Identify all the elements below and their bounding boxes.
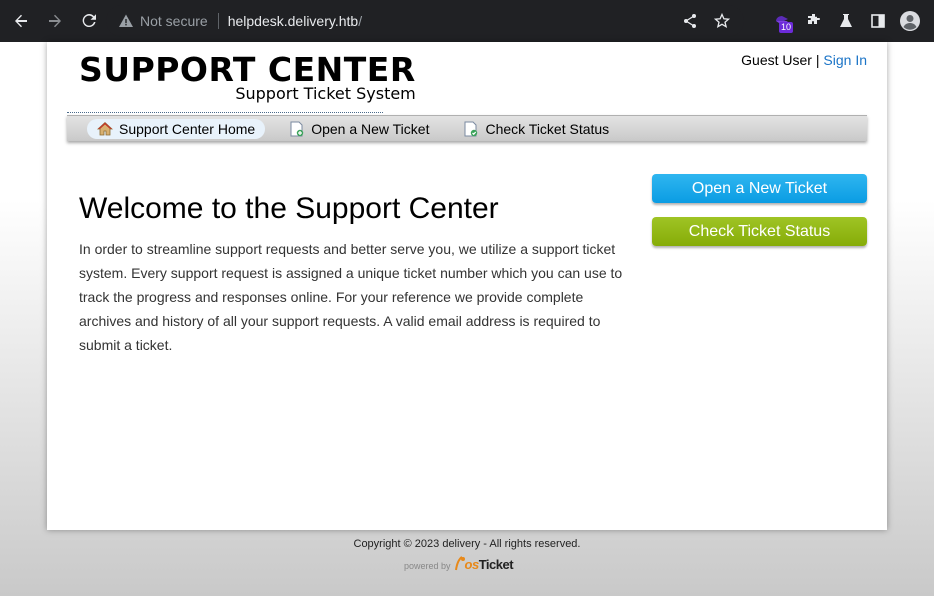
ticket-status-icon	[464, 121, 478, 136]
check-status-button[interactable]: Check Ticket Status	[652, 217, 867, 246]
labs-icon[interactable]	[830, 5, 862, 37]
url-host: helpdesk.delivery.htb	[227, 13, 359, 29]
reload-icon[interactable]	[73, 5, 105, 37]
site-logo[interactable]: SUPPORT CENTER Support Ticket System	[79, 52, 416, 103]
profile-icon[interactable]	[894, 5, 926, 37]
warning-icon	[119, 14, 133, 27]
page-container: SUPPORT CENTER Support Ticket System Gue…	[47, 42, 887, 530]
nav-item-home[interactable]: Support Center Home	[87, 118, 266, 139]
back-icon[interactable]	[5, 5, 37, 37]
guest-user-label: Guest User	[741, 52, 812, 68]
nav-item-label: Open a New Ticket	[311, 120, 430, 137]
share-icon[interactable]	[674, 5, 706, 37]
security-label: Not secure	[140, 13, 208, 29]
page-title: Welcome to the Support Center	[79, 192, 499, 225]
nav-item-label: Check Ticket Status	[485, 120, 610, 137]
user-separator: |	[815, 52, 820, 68]
logo-divider	[67, 112, 383, 113]
nav-item-label: Support Center Home	[119, 120, 256, 137]
home-icon	[97, 121, 113, 135]
browser-toolbar: Not secure helpdesk.delivery.htb/ 10	[0, 0, 934, 42]
user-info: Guest User | Sign In	[741, 52, 867, 68]
address-separator	[217, 13, 219, 29]
address-bar[interactable]: Not secure helpdesk.delivery.htb /	[106, 5, 744, 37]
extension-badge: 10	[779, 22, 794, 33]
osticket-brand: osTicket	[464, 556, 514, 572]
sidepanel-icon[interactable]	[862, 5, 894, 37]
powered-by-label: powered by	[404, 561, 451, 571]
star-icon[interactable]	[706, 5, 738, 37]
url-path: /	[358, 13, 363, 29]
powered-by-osticket[interactable]: powered by osTicket	[404, 556, 514, 572]
intro-text: In order to streamline support requests …	[79, 241, 623, 353]
footer-copyright: Copyright © 2023 delivery - All rights r…	[353, 538, 581, 550]
osticket-logo-icon	[454, 556, 465, 571]
main-nav: Support Center Home Open a New Ticket Ch…	[67, 115, 867, 141]
sign-in-link[interactable]: Sign In	[823, 52, 867, 68]
logo-title: SUPPORT CENTER	[79, 50, 416, 89]
extension-icon[interactable]: 10	[766, 5, 798, 37]
nav-item-new-ticket[interactable]: Open a New Ticket	[279, 119, 439, 139]
forward-icon[interactable]	[39, 5, 71, 37]
new-ticket-icon	[290, 121, 304, 136]
open-ticket-button[interactable]: Open a New Ticket	[652, 174, 867, 203]
nav-item-check-status[interactable]: Check Ticket Status	[453, 119, 619, 139]
puzzle-icon[interactable]	[798, 5, 830, 37]
